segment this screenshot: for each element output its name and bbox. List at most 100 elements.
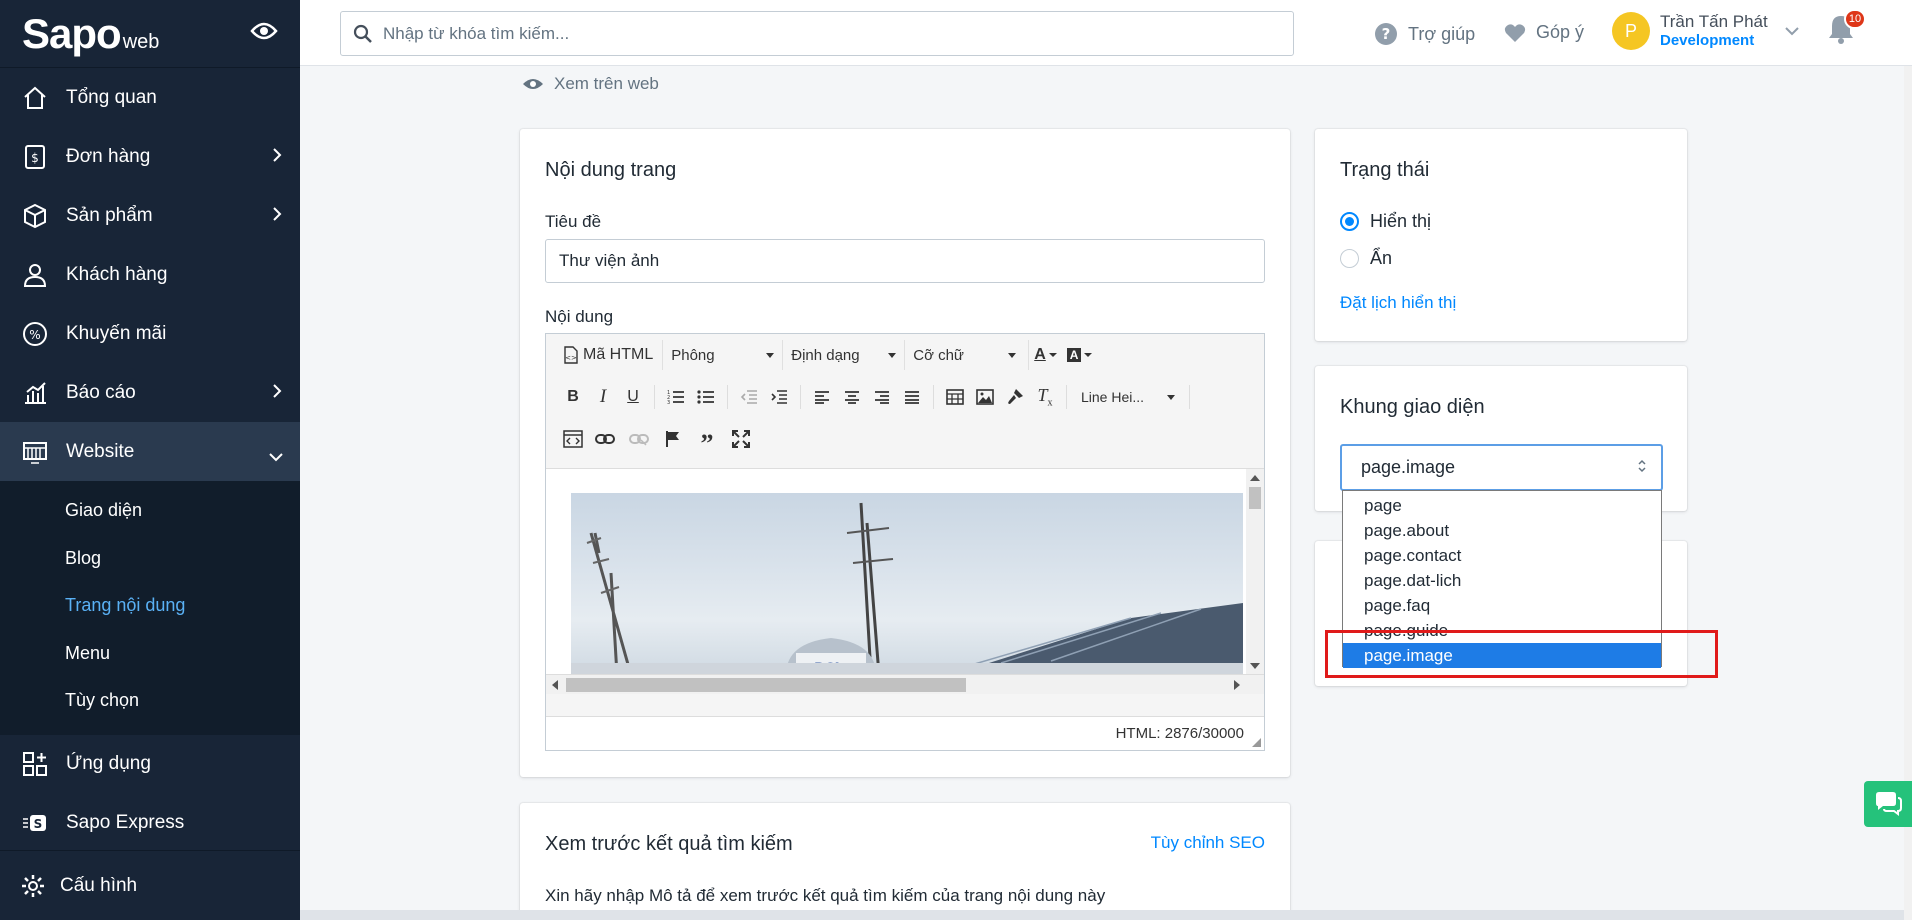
template-option[interactable]: page.faq	[1343, 593, 1661, 618]
format-painter-button[interactable]	[1000, 382, 1030, 412]
insert-image-button[interactable]	[970, 382, 1000, 412]
chat-button[interactable]	[1864, 781, 1912, 827]
outdent-button[interactable]	[734, 382, 764, 412]
align-right-button[interactable]	[867, 382, 897, 412]
editor-content-area[interactable]: PCI	[546, 468, 1264, 674]
unlink-button[interactable]	[622, 424, 656, 454]
template-option[interactable]: page.about	[1343, 518, 1661, 543]
blockquote-button[interactable]: ”	[690, 424, 724, 458]
content-card-title: Nội dung trang	[545, 159, 677, 181]
title-input[interactable]: Thư viện ảnh	[545, 239, 1265, 283]
align-left-button[interactable]	[807, 382, 837, 412]
justify-button[interactable]	[897, 382, 927, 412]
text-color-button[interactable]: A	[1028, 340, 1062, 370]
sidebar-item-products[interactable]: Sản phẩm	[0, 186, 300, 245]
editor-toolbar-row-1: <> Mã HTML Phông Định dạng Cỡ chữ A A	[546, 334, 1264, 376]
feedback-link[interactable]: Góp ý	[1504, 22, 1584, 43]
radio-hidden[interactable]: Ẩn	[1340, 248, 1392, 269]
scroll-down-arrow-icon[interactable]	[1250, 663, 1260, 669]
sidebar-item-label: Sản phẩm	[66, 204, 153, 226]
bold-button[interactable]: B	[558, 382, 588, 412]
title-label: Tiêu đề	[545, 212, 602, 231]
h-scroll-thumb[interactable]	[566, 678, 966, 692]
schedule-display-link[interactable]: Đặt lịch hiển thị	[1340, 293, 1456, 313]
template-option[interactable]: page	[1343, 493, 1661, 518]
bell-icon	[1826, 16, 1856, 50]
logo-sub-text: web	[122, 30, 160, 53]
clear-format-button[interactable]: Tx	[1030, 382, 1060, 412]
font-dropdown-label: Phông	[671, 346, 715, 364]
template-option[interactable]: page.dat-lich	[1343, 568, 1661, 593]
editor-horizontal-scrollbar[interactable]	[546, 674, 1264, 694]
template-card-title: Khung giao diện	[1340, 396, 1485, 418]
sidebar-item-website[interactable]: Website	[0, 422, 300, 481]
scroll-left-arrow-icon[interactable]	[552, 680, 558, 690]
italic-button[interactable]: I	[588, 382, 618, 412]
sidebar-item-orders[interactable]: $ Đơn hàng	[0, 127, 300, 186]
sapo-logo[interactable]: Sapo web	[22, 10, 159, 58]
website-icon	[20, 437, 50, 467]
anchor-button[interactable]	[656, 424, 690, 454]
sidebar-item-label: Website	[66, 440, 135, 462]
resize-handle-icon[interactable]	[1252, 738, 1261, 747]
user-menu[interactable]: P Trần Tấn Phát Development	[1612, 12, 1800, 50]
sidebar-item-customers[interactable]: Khách hàng	[0, 245, 300, 304]
code-view-button[interactable]	[558, 424, 588, 454]
sidebar-subitem-options[interactable]: Tùy chọn	[0, 677, 300, 725]
sidebar-item-label: Đơn hàng	[66, 145, 151, 167]
help-link[interactable]: ? Trợ giúp	[1374, 22, 1475, 46]
template-option[interactable]: page.contact	[1343, 543, 1661, 568]
editor-toolbar-row-3: ”	[546, 418, 1264, 460]
scroll-right-arrow-icon[interactable]	[1234, 680, 1240, 690]
caret-down-icon	[1008, 352, 1017, 358]
sidebar-item-apps[interactable]: Ứng dụng	[0, 735, 300, 794]
clear-format-icon: Tx	[1037, 385, 1053, 409]
ordered-list-button[interactable]: 123	[661, 382, 691, 412]
content-label: Nội dung	[545, 307, 614, 326]
line-height-dropdown[interactable]: Line Hei...	[1073, 382, 1183, 412]
sidebar-subitem-blog[interactable]: Blog	[0, 535, 300, 583]
sidebar-subitem-pages[interactable]: Trang nội dung	[0, 582, 300, 630]
insert-table-button[interactable]	[940, 382, 970, 412]
template-select[interactable]: page.image	[1340, 444, 1663, 491]
align-center-button[interactable]	[837, 382, 867, 412]
radio-visible[interactable]: Hiển thị	[1340, 211, 1431, 232]
search-box[interactable]	[340, 11, 1294, 56]
font-dropdown[interactable]: Phông	[662, 340, 782, 370]
editor-vertical-scrollbar[interactable]	[1246, 469, 1264, 674]
sidebar-item-settings[interactable]: Cấu hình	[0, 850, 300, 920]
fullscreen-button[interactable]	[724, 424, 758, 454]
insert-link-button[interactable]	[588, 424, 622, 454]
bullet-list-button[interactable]	[691, 382, 721, 412]
scroll-up-arrow-icon[interactable]	[1250, 475, 1260, 481]
sidebar-subitem-theme[interactable]: Giao diện	[0, 487, 300, 535]
sidebar-item-reports[interactable]: Báo cáo	[0, 363, 300, 422]
rich-text-editor: <> Mã HTML Phông Định dạng Cỡ chữ A A B …	[545, 333, 1265, 751]
view-on-web-link[interactable]: Xem trên web	[522, 74, 659, 94]
status-card: Trạng thái Hiển thị Ẩn Đặt lịch hiển thị	[1315, 129, 1687, 341]
customize-seo-link[interactable]: Tùy chỉnh SEO	[1151, 833, 1265, 853]
search-input[interactable]	[383, 23, 1263, 44]
sidebar-item-sapo-express[interactable]: S Sapo Express	[0, 794, 300, 853]
help-icon: ?	[1374, 22, 1408, 46]
sidebar-item-overview[interactable]: Tổng quan	[0, 68, 300, 127]
font-size-dropdown[interactable]: Cỡ chữ	[904, 340, 1024, 370]
table-icon	[946, 389, 964, 405]
sidebar-item-promotions[interactable]: % Khuyến mãi	[0, 304, 300, 363]
outdent-icon	[740, 389, 758, 405]
sidebar-subitem-menu[interactable]: Menu	[0, 630, 300, 678]
radio-visible-label: Hiển thị	[1370, 211, 1432, 231]
format-dropdown[interactable]: Định dạng	[782, 340, 904, 370]
html-source-button[interactable]: <> Mã HTML	[558, 340, 658, 370]
quote-icon: ”	[700, 429, 714, 458]
notification-bell[interactable]: 10	[1826, 9, 1866, 51]
content-image[interactable]: PCI	[571, 493, 1243, 674]
sidebar-item-label: Tổng quan	[66, 86, 157, 108]
underline-button[interactable]: U	[618, 382, 648, 412]
bg-color-button[interactable]: A	[1062, 340, 1098, 370]
order-icon: $	[20, 142, 50, 172]
eye-icon[interactable]	[250, 21, 278, 46]
logo-main-text: Sapo	[22, 9, 122, 57]
scroll-thumb[interactable]	[1249, 487, 1261, 509]
indent-button[interactable]	[764, 382, 794, 412]
